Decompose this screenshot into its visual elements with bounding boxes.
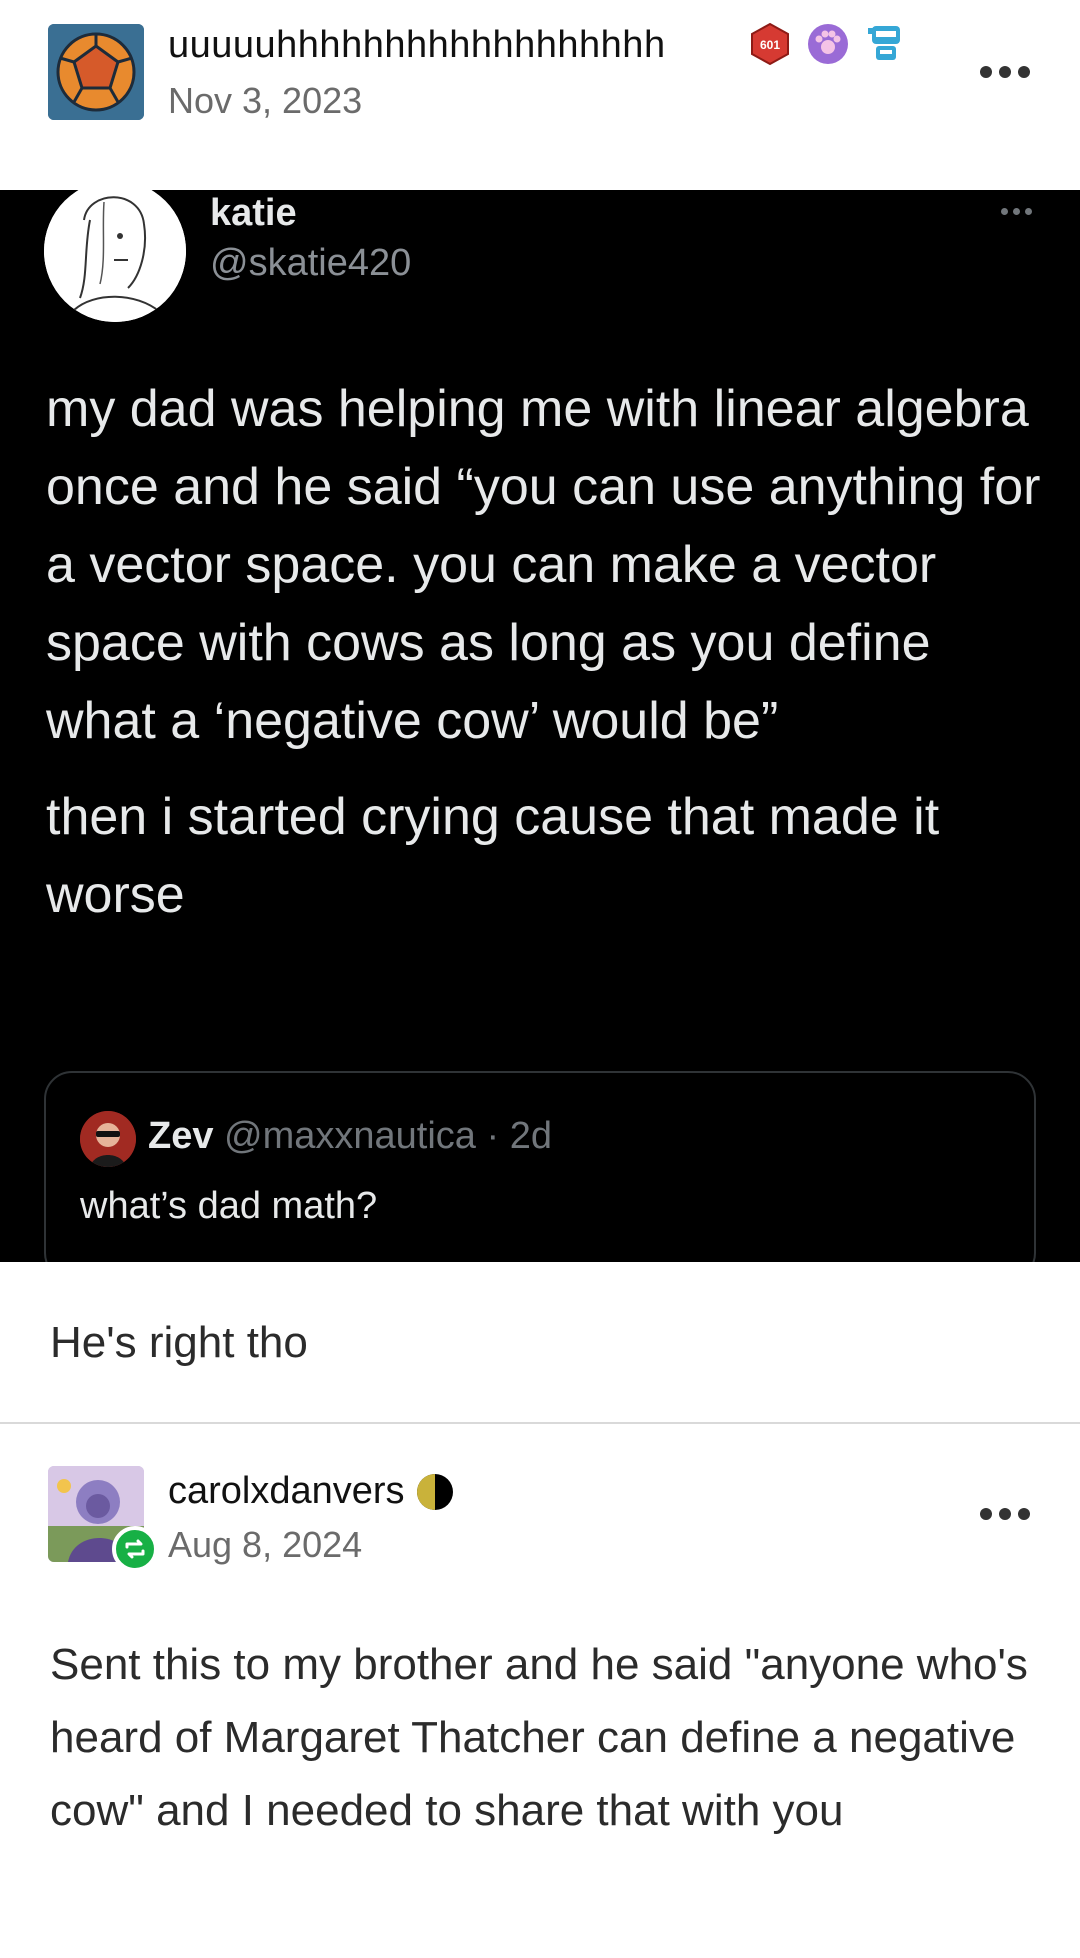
quoted-header: Zev @maxxnautica · 2d — [148, 1115, 552, 1158]
dot-icon — [1025, 208, 1032, 215]
dot-icon — [980, 66, 992, 78]
dot-icon — [1018, 1508, 1030, 1520]
reblog-more-options-button[interactable] — [980, 1504, 1034, 1524]
dot-icon — [1013, 208, 1020, 215]
author-name[interactable]: uuuuuhhhhhhhhhhhhhhhhhh — [168, 24, 666, 67]
tweet-paragraph: my dad was helping me with linear algebr… — [46, 380, 1041, 750]
quoted-meta: @maxxnautica · 2d — [224, 1115, 552, 1157]
quoted-text: what’s dad math? — [80, 1185, 378, 1227]
reblogger-header: carolxdanvers — [168, 1470, 455, 1513]
reblog-icon — [125, 1539, 145, 1559]
hexagon-badge-text: 601 — [760, 38, 780, 52]
post-comment: He's right tho — [50, 1318, 308, 1367]
reblogger-name[interactable]: carolxdanvers — [168, 1470, 405, 1513]
red-hexagon-badge-icon[interactable]: 601 — [748, 22, 792, 66]
tweet-author-handle: @skatie420 — [210, 242, 412, 284]
dot-icon — [999, 66, 1011, 78]
robot-badge-icon[interactable] — [864, 22, 908, 66]
quoted-avatar — [80, 1111, 136, 1167]
reblog-body: Sent this to my brother and he said "any… — [50, 1640, 1028, 1835]
post-header: uuuuuhhhhhhhhhhhhhhhhhh 601 Nov 3, 2023 — [0, 0, 1080, 190]
tweet-body: my dad was helping me with linear algebr… — [46, 370, 1046, 952]
dot-icon — [1018, 66, 1030, 78]
sketch-portrait-icon — [44, 190, 186, 322]
author-badges: 601 — [748, 22, 908, 66]
tweet-avatar — [44, 190, 186, 322]
reblog-date[interactable]: Aug 8, 2024 — [168, 1524, 362, 1566]
quoted-name: Zev — [148, 1115, 214, 1157]
paw-badge-icon[interactable] — [806, 22, 850, 66]
dot-icon — [1001, 208, 1008, 215]
quoted-tweet: Zev @maxxnautica · 2d what’s dad math? — [44, 1071, 1036, 1262]
dodecahedron-avatar-icon — [48, 24, 144, 120]
post-date[interactable]: Nov 3, 2023 — [168, 80, 362, 122]
author-avatar[interactable] — [48, 24, 144, 120]
reblog-badge — [112, 1526, 158, 1572]
divider — [0, 1422, 1080, 1424]
tweet-paragraph: then i started crying cause that made it… — [46, 788, 940, 924]
tweet-screenshot: katie @skatie420 my dad was helping me w… — [0, 190, 1080, 1262]
dot-icon — [980, 1508, 992, 1520]
profile-photo-icon — [80, 1111, 136, 1167]
tweet-more-icon — [1001, 208, 1032, 215]
moon-icon[interactable] — [415, 1472, 455, 1512]
tweet-author-name: katie — [210, 192, 297, 234]
dot-icon — [999, 1508, 1011, 1520]
more-options-button[interactable] — [980, 62, 1034, 82]
